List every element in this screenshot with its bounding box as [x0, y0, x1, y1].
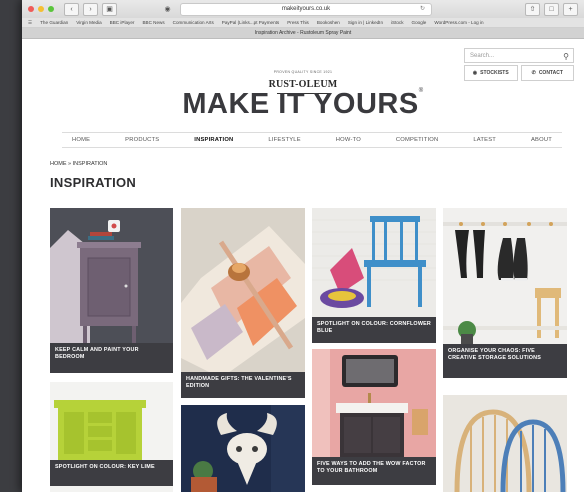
search-icon[interactable]: ⚲	[563, 49, 569, 64]
article-caption: SPOTLIGHT ON COLOUR: CORNFLOWER BLUE	[312, 317, 436, 343]
bookmark-item[interactable]: Communication Arts	[173, 20, 214, 25]
close-window-button[interactable]	[28, 6, 34, 12]
bookmarks-bar: ☰ The Guardian Virgin Media BBC iPlayer …	[22, 18, 584, 28]
nav-item-products[interactable]: PRODUCTS	[125, 137, 159, 143]
nav-item-how-to[interactable]: HOW-TO	[336, 137, 361, 143]
article-caption: HANDMADE GIFTS: THE VALENTINE'S EDITION	[181, 372, 305, 398]
article-card-skull[interactable]	[181, 405, 305, 492]
nav-item-latest[interactable]: LATEST	[473, 137, 496, 143]
search-input[interactable]: Search... ⚲	[464, 48, 574, 63]
bookmark-item[interactable]: BBC iPlayer	[110, 20, 135, 25]
bookmark-item[interactable]: Google	[412, 20, 427, 25]
address-bar[interactable]: makeityours.co.uk ↻	[180, 2, 432, 16]
brand-tagline: PROVEN QUALITY SINCE 1921	[273, 70, 333, 74]
article-card-valentines[interactable]: HANDMADE GIFTS: THE VALENTINE'S EDITION	[181, 208, 305, 398]
share-icon[interactable]: ⇧	[525, 2, 540, 16]
article-card-cornflower[interactable]: SPOTLIGHT ON COLOUR: CORNFLOWER BLUE	[312, 208, 436, 343]
article-caption: SPOTLIGHT ON COLOUR: KEY LIME	[50, 460, 173, 486]
bookmark-item[interactable]: Press This	[287, 20, 309, 25]
article-caption: ORGANISE YOUR CHAOS: FIVE CREATIVE STORA…	[443, 344, 567, 378]
tabs-overview-icon[interactable]: □	[544, 2, 559, 16]
article-card-storage[interactable]: ORGANISE YOUR CHAOS: FIVE CREATIVE STORA…	[443, 208, 567, 378]
main-nav: HOME PRODUCTS INSPIRATION LIFESTYLE HOW-…	[62, 132, 562, 148]
article-caption: KEEP CALM AND PAINT YOUR BEDROOM	[50, 343, 173, 373]
new-tab-button[interactable]: +	[563, 2, 578, 16]
browser-window: ‹ › ▣ ◉ makeityours.co.uk ↻ ⇧ □ + ☰ The …	[22, 0, 584, 492]
nav-item-about[interactable]: ABOUT	[531, 137, 552, 143]
bookmark-item[interactable]: BBC News	[142, 20, 164, 25]
site-headline: MAKE IT YOURS®	[22, 88, 584, 121]
bookmark-item[interactable]: The Guardian	[40, 20, 68, 25]
reload-icon[interactable]: ↻	[420, 4, 425, 15]
article-card-chairs[interactable]	[443, 395, 567, 492]
sidebar-toggle-icon[interactable]: ▣	[102, 2, 117, 16]
bookmark-item[interactable]: Virgin Media	[76, 20, 101, 25]
article-card-key-lime[interactable]: SPOTLIGHT ON COLOUR: KEY LIME	[50, 382, 173, 492]
browser-tab[interactable]: Inspiration Archive - Rustoleum Spray Pa…	[22, 28, 584, 39]
back-button[interactable]: ‹	[64, 2, 79, 16]
nav-item-home[interactable]: HOME	[72, 137, 90, 143]
bookmarks-menu-icon[interactable]: ☰	[28, 20, 32, 26]
article-card-bathroom[interactable]: FIVE WAYS TO ADD THE WOW FACTOR TO YOUR …	[312, 349, 436, 485]
privacy-icon[interactable]: ◉	[161, 4, 174, 15]
bookmark-item[interactable]: PayPal (Links...pt Payments	[222, 20, 279, 25]
registered-mark: ®	[418, 88, 424, 94]
address-url: makeityours.co.uk	[281, 5, 331, 12]
nav-item-lifestyle[interactable]: LIFESTYLE	[268, 137, 300, 143]
bookmark-item[interactable]: iStock	[391, 20, 404, 25]
nav-item-competition[interactable]: COMPETITION	[396, 137, 438, 143]
article-image	[181, 405, 305, 492]
tab-title: Inspiration Archive - Rustoleum Spray Pa…	[254, 30, 352, 36]
page-title: INSPIRATION	[50, 175, 137, 190]
article-card-bedroom[interactable]: KEEP CALM AND PAINT YOUR BEDROOM	[50, 208, 173, 373]
nav-item-inspiration[interactable]: INSPIRATION	[194, 137, 233, 143]
headline-text: MAKE IT YOURS	[182, 88, 419, 120]
minimize-window-button[interactable]	[38, 6, 44, 12]
forward-button[interactable]: ›	[83, 2, 98, 16]
article-image	[181, 208, 305, 398]
article-image	[443, 395, 567, 492]
bookmark-item[interactable]: WordPress.com - Log in	[434, 20, 483, 25]
search-placeholder: Search...	[470, 53, 495, 59]
bookmark-item[interactable]: Bookoshen	[317, 20, 340, 25]
breadcrumb: HOME » INSPIRATION	[50, 161, 108, 167]
article-caption: FIVE WAYS TO ADD THE WOW FACTOR TO YOUR …	[312, 457, 436, 485]
bookmark-item[interactable]: Sign in | LinkedIn	[348, 20, 383, 25]
zoom-window-button[interactable]	[48, 6, 54, 12]
browser-toolbar: ‹ › ▣ ◉ makeityours.co.uk ↻ ⇧ □ +	[22, 0, 584, 18]
